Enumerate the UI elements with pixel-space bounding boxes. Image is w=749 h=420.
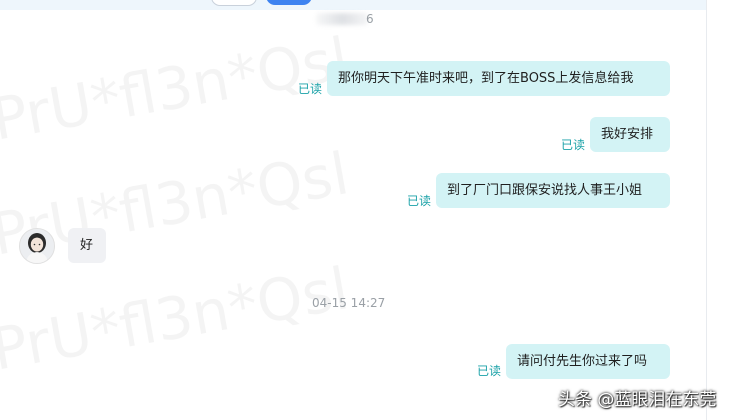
timestamp-divider: 04-15 14:27 [312, 296, 386, 310]
timestamp-partial: 6 [366, 12, 374, 26]
timestamp-redacted [316, 13, 368, 25]
toolbar-primary-button[interactable] [266, 0, 312, 5]
message-bubble-sent[interactable]: 到了厂门口跟保安说找人事王小姐 [436, 173, 670, 208]
read-status: 已读 [298, 82, 323, 96]
read-status: 已读 [477, 364, 502, 378]
message-bubble-sent[interactable]: 请问付先生你过来了吗 [506, 344, 670, 379]
read-status: 已读 [407, 194, 432, 208]
person-avatar-icon [20, 229, 54, 263]
page: PrU*fl3n*Qsl PrU*fl3n*Qsl PrU*fl3n*Qsl 6… [0, 0, 749, 420]
read-status: 已读 [561, 138, 586, 152]
message-bubble-sent[interactable]: 那你明天下午准时来吧，到了在BOSS上发信息给我 [327, 61, 670, 96]
top-toolbar-strip [0, 0, 706, 10]
chat-message-area[interactable]: PrU*fl3n*Qsl PrU*fl3n*Qsl PrU*fl3n*Qsl 6… [0, 0, 706, 420]
watermark: PrU*fl3n*Qsl [0, 254, 354, 384]
contact-avatar[interactable] [19, 228, 55, 264]
message-bubble-received[interactable]: 好 [68, 228, 106, 263]
pane-divider [706, 0, 707, 420]
toolbar-secondary-button[interactable] [211, 0, 257, 6]
message-bubble-sent[interactable]: 我好安排 [590, 117, 670, 152]
source-caption: 头条 @蓝眼泪在东莞 [558, 390, 717, 410]
